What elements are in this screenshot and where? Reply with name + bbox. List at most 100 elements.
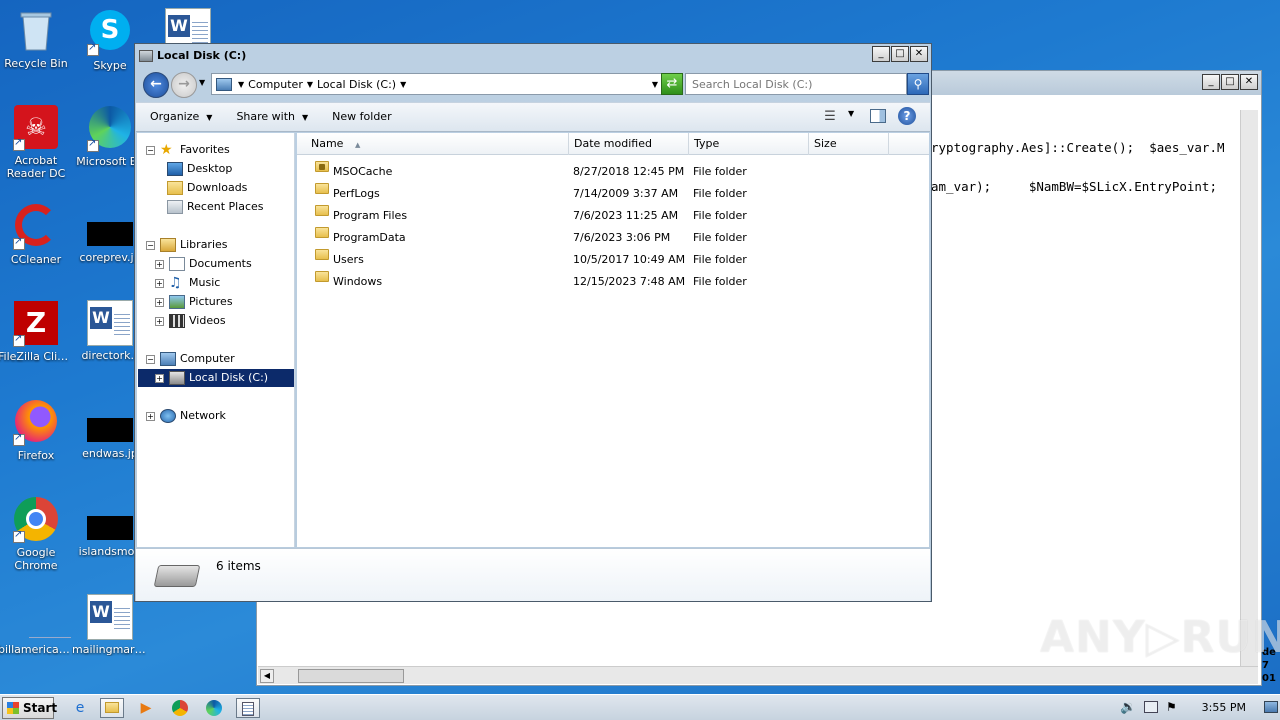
collapse-icon[interactable]: −: [146, 354, 155, 364]
nav-item-music[interactable]: + ♫ Music: [155, 274, 220, 292]
background-window[interactable]: _ □ ✕ ryptography.Aes]::Create(); $aes_v…: [930, 70, 1262, 686]
nav-label: Local Disk (C:): [189, 371, 269, 384]
help-icon[interactable]: ?: [898, 107, 916, 125]
file-date-modified: 10/5/2017 10:49 AM: [573, 253, 686, 266]
recent-pages-dropdown-icon[interactable]: ▼: [199, 78, 205, 87]
recent-places-icon: [167, 200, 183, 214]
column-header-type[interactable]: Type: [689, 133, 809, 155]
nav-item-pictures[interactable]: + Pictures: [155, 293, 233, 311]
column-header-name[interactable]: Name ▲: [297, 133, 569, 155]
folder-icon: [315, 249, 329, 260]
expand-icon[interactable]: +: [155, 259, 164, 269]
close-button[interactable]: ✕: [1240, 74, 1258, 90]
desktop-icon-ccleaner[interactable]: CCleaner: [0, 202, 74, 266]
nav-label: Computer: [180, 352, 235, 365]
image-thumbnail-icon: [87, 516, 133, 540]
view-options-button[interactable]: ☰: [820, 107, 840, 127]
speaker-icon[interactable]: 🔉: [1120, 700, 1136, 715]
notepad-taskbar-icon[interactable]: [236, 698, 260, 718]
network-tray-icon[interactable]: [1144, 701, 1158, 713]
nav-item-downloads[interactable]: Downloads: [167, 179, 247, 197]
ie-icon[interactable]: e: [68, 698, 92, 718]
desktop-icon-mailingmark[interactable]: mailingmark.rtf: [72, 594, 148, 656]
expand-icon[interactable]: +: [155, 373, 164, 383]
nav-item-local-disk[interactable]: + Local Disk (C:): [138, 369, 294, 387]
system-tray: 🔉 ⚑ 3:55 PM: [1120, 695, 1280, 720]
back-button[interactable]: ←: [143, 72, 169, 98]
expand-icon[interactable]: +: [146, 411, 155, 421]
breadcrumb-computer[interactable]: Computer: [248, 78, 303, 91]
search-input[interactable]: [685, 73, 907, 95]
explorer-taskbar-icon[interactable]: [100, 698, 124, 718]
maximize-button[interactable]: □: [1221, 74, 1239, 90]
address-bar[interactable]: ▼ Computer ▼ Local Disk (C:) ▼ ▼: [211, 73, 665, 95]
media-player-icon[interactable]: ▶: [134, 698, 158, 718]
scroll-left-icon[interactable]: ◀: [260, 669, 274, 683]
preview-pane-button[interactable]: [870, 109, 886, 123]
desktop-icon-chrome[interactable]: Google Chrome: [0, 496, 74, 572]
nav-item-libraries[interactable]: − Libraries: [146, 236, 228, 254]
breadcrumb-local-disk[interactable]: Local Disk (C:): [317, 78, 396, 91]
downloads-icon: [167, 181, 183, 195]
chrome-taskbar-icon[interactable]: [168, 698, 192, 718]
file-row[interactable]: Program Files 7/6/2023 11:25 AM File folde…: [297, 205, 929, 227]
explorer-window[interactable]: Local Disk (C:) _ □ ✕ ← → ▼ ▼ Computer ▼…: [134, 43, 932, 602]
edge-taskbar-icon[interactable]: [202, 698, 226, 718]
desktop-icon-label: billamerican....: [0, 643, 74, 656]
file-row[interactable]: Users 10/5/2017 10:49 AM File folder: [297, 249, 929, 271]
show-desktop-button[interactable]: [1264, 701, 1278, 713]
file-row[interactable]: ProgramData 7/6/2023 3:06 PM File folder: [297, 227, 929, 249]
start-label: Start: [23, 701, 58, 715]
desktop-icon-billamerican[interactable]: billamerican....: [0, 594, 74, 656]
share-with-button[interactable]: Share with ▼: [222, 106, 318, 128]
nav-item-network[interactable]: + Network: [146, 407, 226, 425]
nav-label: Desktop: [187, 162, 233, 175]
column-header-date-modified[interactable]: Date modified: [569, 133, 689, 155]
nav-item-videos[interactable]: + Videos: [155, 312, 226, 330]
chevron-down-icon[interactable]: ▼: [848, 109, 854, 118]
file-name: Users: [333, 253, 364, 266]
column-header-size[interactable]: Size: [809, 133, 889, 155]
maximize-button[interactable]: □: [891, 46, 909, 62]
nav-item-recent-places[interactable]: Recent Places: [167, 198, 264, 216]
collapse-icon[interactable]: −: [146, 240, 155, 250]
nav-item-desktop[interactable]: Desktop: [167, 160, 232, 178]
minimize-button[interactable]: _: [872, 46, 890, 62]
forward-button[interactable]: →: [171, 72, 197, 98]
desktop-icon-recycle-bin[interactable]: Recycle Bin: [0, 8, 74, 70]
file-row[interactable]: Windows 12/15/2023 7:48 AM File folder: [297, 271, 929, 293]
nav-item-documents[interactable]: + Documents: [155, 255, 252, 273]
desktop-icon-acrobat[interactable]: ☠ Acrobat Reader DC: [0, 104, 74, 180]
horizontal-scrollbar[interactable]: ◀: [258, 666, 1258, 684]
file-date-modified: 12/15/2023 7:48 AM: [573, 275, 686, 288]
clock[interactable]: 3:55 PM: [1202, 701, 1246, 714]
file-row[interactable]: PerfLogs 7/14/2009 3:37 AM File folder: [297, 183, 929, 205]
desktop-icon-firefox[interactable]: Firefox: [0, 398, 74, 462]
file-row[interactable]: MSOCache 8/27/2018 12:45 PM File folder: [297, 161, 929, 183]
vertical-scrollbar[interactable]: [1240, 110, 1258, 666]
nav-item-favorites[interactable]: − ★ Favorites: [146, 141, 230, 159]
desktop-icon-label: Acrobat Reader DC: [6, 154, 66, 180]
locked-folder-icon: [315, 161, 329, 172]
address-dropdown-icon[interactable]: ▼: [652, 80, 658, 89]
search-icon[interactable]: ⚲: [907, 73, 929, 95]
shortcut-arrow-icon: [13, 333, 25, 347]
minimize-button[interactable]: _: [1202, 74, 1220, 90]
refresh-button[interactable]: ⇄: [661, 73, 683, 95]
organize-button[interactable]: Organize ▼: [136, 106, 222, 128]
nav-item-computer[interactable]: − Computer: [146, 350, 235, 368]
file-type: File folder: [693, 165, 747, 178]
desktop-icon: [167, 162, 183, 176]
expand-icon[interactable]: +: [155, 278, 164, 288]
flag-tray-icon[interactable]: ⚑: [1166, 700, 1177, 714]
start-button[interactable]: Start: [2, 697, 58, 719]
taskbar: Start e ▶ 🔉 ⚑ 3:55 PM: [0, 694, 1280, 720]
close-button[interactable]: ✕: [910, 46, 928, 62]
collapse-icon[interactable]: −: [146, 145, 155, 155]
expand-icon[interactable]: +: [155, 297, 164, 307]
desktop-icon-filezilla[interactable]: Z FileZilla Client: [0, 300, 74, 363]
scrollbar-thumb[interactable]: [298, 669, 404, 683]
new-folder-button[interactable]: New folder: [318, 106, 401, 128]
expand-icon[interactable]: +: [155, 316, 164, 326]
word-document-icon: [87, 300, 133, 346]
